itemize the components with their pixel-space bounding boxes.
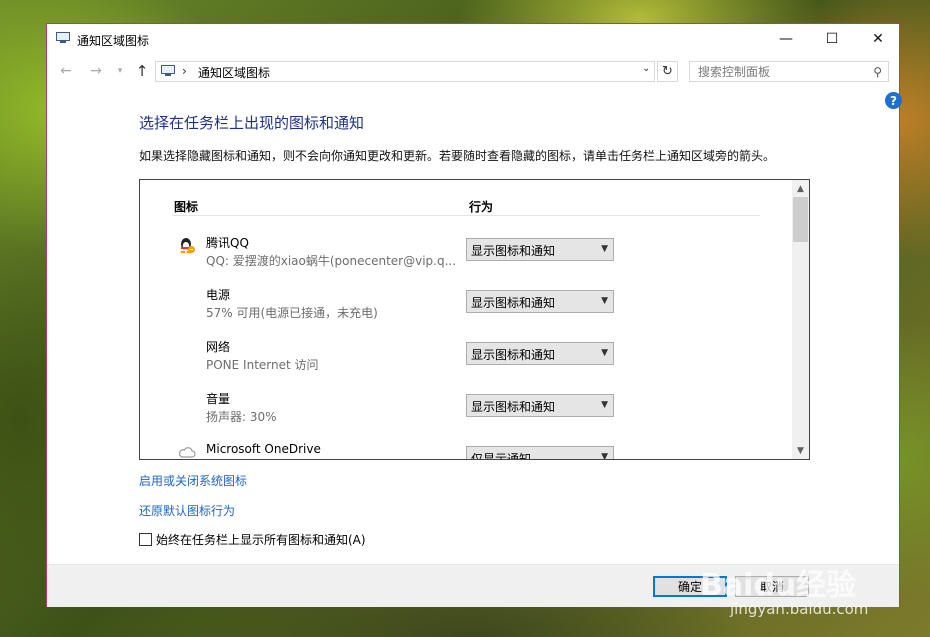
chevron-down-icon[interactable]: ⌄ [642,63,650,74]
title-bar[interactable]: 通知区域图标 — ☐ ✕ [47,24,899,54]
behavior-select-value: 仅显示通知 [471,452,532,460]
qq-penguin-icon [180,238,195,254]
watermark-logo: Baidu经验 [700,568,857,603]
behavior-select-value: 显示图标和通知 [471,348,556,362]
search-box[interactable]: ⚲ [689,61,889,82]
close-button[interactable]: ✕ [855,24,901,54]
cloud-icon [178,447,196,458]
breadcrumb-chevron-icon[interactable]: › [182,64,187,78]
recent-locations-chevron-icon[interactable]: ▾ [109,60,131,82]
list-item: 腾讯QQ QQ: 爱摆渡的xiao蜗牛(ponecenter@vip.q... … [140,232,780,282]
behavior-select[interactable]: 显示图标和通知 ▼ [466,394,614,417]
icon-behavior-list[interactable]: 图标 行为 腾讯QQ QQ: 爱摆渡的xiao蜗牛(ponecenter@vip… [139,179,810,460]
row-name: 电源 [206,288,231,302]
column-header-action: 行为 [469,200,494,214]
checkbox-box[interactable] [139,533,152,546]
window-title: 通知区域图标 [77,34,150,48]
refresh-icon: ↻ [662,64,673,79]
row-description: 57% 可用(电源已接通，未充电) [206,306,378,320]
computer-icon [161,65,175,76]
restore-defaults-link[interactable]: 还原默认图标行为 [139,502,235,519]
up-arrow-icon[interactable]: ↑ [131,60,153,82]
row-description: PONE Internet 访问 [206,358,319,372]
row-name: 音量 [206,392,231,406]
list-item: 音量 扬声器: 30% 显示图标和通知 ▼ [140,388,780,438]
address-bar[interactable]: › 通知区域图标 ⌄ [155,61,655,82]
back-arrow-icon[interactable]: ← [55,60,77,82]
help-icon[interactable]: ? [885,92,902,109]
list-item: 电源 57% 可用(电源已接通，未充电) 显示图标和通知 ▼ [140,284,780,334]
row-name: 网络 [206,340,231,354]
behavior-select[interactable]: 显示图标和通知 ▼ [466,238,614,261]
behavior-select[interactable]: 仅显示通知 ▼ [466,446,614,460]
row-name: 腾讯QQ [206,236,249,250]
control-panel-window: 通知区域图标 — ☐ ✕ ← → ▾ ↑ › 通知区域图标 ⌄ ↻ ⚲ ? 选择… [46,23,902,607]
behavior-select-value: 显示图标和通知 [471,244,556,258]
chevron-down-icon: ▼ [601,400,608,410]
search-icon[interactable]: ⚲ [873,65,882,79]
breadcrumb[interactable]: 通知区域图标 [198,64,270,81]
behavior-select[interactable]: 显示图标和通知 ▼ [466,342,614,365]
behavior-select-value: 显示图标和通知 [471,296,556,310]
list-item: Microsoft OneDrive 仅显示通知 ▼ [140,440,780,460]
column-header-icon: 图标 [174,200,199,214]
header-divider [172,215,760,216]
behavior-select[interactable]: 显示图标和通知 ▼ [466,290,614,313]
checkbox-label[interactable]: 始终在任务栏上显示所有图标和通知(A) [156,531,366,548]
scrollbar-thumb[interactable] [793,197,808,242]
chevron-down-icon: ▼ [601,348,608,358]
maximize-button[interactable]: ☐ [809,24,855,54]
chevron-down-icon: ▼ [601,244,608,254]
row-description: 扬声器: 30% [206,410,277,424]
computer-icon [56,32,70,43]
chevron-down-icon: ▼ [601,452,608,460]
scroll-down-arrow-icon[interactable]: ▼ [792,442,809,459]
page-description: 如果选择隐藏图标和通知，则不会向你通知更改和更新。若要随时查看隐藏的图标，请单击… [139,149,776,163]
row-name: Microsoft OneDrive [206,442,321,456]
page-title: 选择在任务栏上出现的图标和通知 [139,114,365,132]
search-input[interactable] [690,62,876,81]
address-row: ← → ▾ ↑ › 通知区域图标 ⌄ ↻ ⚲ [47,56,899,86]
chevron-down-icon: ▼ [601,296,608,306]
list-item: 网络 PONE Internet 访问 显示图标和通知 ▼ [140,336,780,386]
forward-arrow-icon[interactable]: → [85,60,107,82]
minimize-button[interactable]: — [763,24,809,54]
vertical-scrollbar[interactable]: ▲ ▼ [792,180,809,459]
system-icons-link[interactable]: 启用或关闭系统图标 [139,472,247,489]
behavior-select-value: 显示图标和通知 [471,400,556,414]
row-description: QQ: 爱摆渡的xiao蜗牛(ponecenter@vip.q... [206,254,456,268]
watermark-url: jingyan.baidu.com [730,600,869,618]
refresh-button[interactable]: ↻ [657,61,678,82]
scroll-up-arrow-icon[interactable]: ▲ [792,180,809,197]
